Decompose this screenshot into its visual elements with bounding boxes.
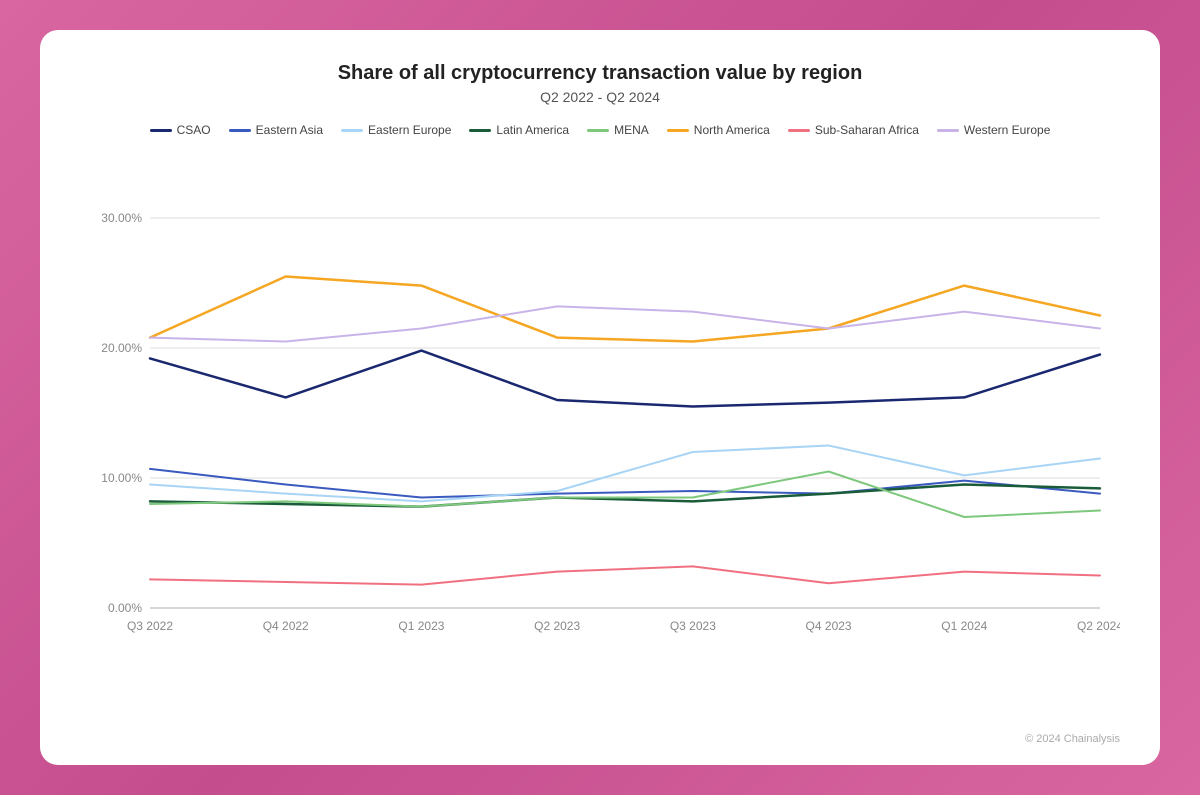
- svg-text:30.00%: 30.00%: [101, 211, 142, 225]
- svg-text:Q4 2023: Q4 2023: [806, 619, 852, 633]
- legend-item: Sub-Saharan Africa: [788, 123, 919, 137]
- legend: CSAO Eastern Asia Eastern Europe Latin Amer…: [80, 123, 1120, 137]
- svg-text:Q1 2024: Q1 2024: [941, 619, 987, 633]
- legend-item: Eastern Europe: [341, 123, 451, 137]
- legend-item: MENA: [587, 123, 649, 137]
- svg-text:Q2 2024: Q2 2024: [1077, 619, 1120, 633]
- chart-area: 0.00% 10.00% 20.00% 30.00% Q3 2022 Q4 2022 Q1 …: [80, 149, 1120, 727]
- chart-subtitle: Q2 2022 - Q2 2024: [80, 89, 1120, 105]
- legend-item: CSAO: [150, 123, 211, 137]
- legend-item: Latin America: [469, 123, 569, 137]
- svg-text:20.00%: 20.00%: [101, 341, 142, 355]
- svg-text:10.00%: 10.00%: [101, 471, 142, 485]
- legend-item: North America: [667, 123, 770, 137]
- legend-item: Western Europe: [937, 123, 1051, 137]
- svg-text:Q4 2022: Q4 2022: [263, 619, 309, 633]
- svg-text:0.00%: 0.00%: [108, 601, 142, 615]
- svg-text:Q2 2023: Q2 2023: [534, 619, 580, 633]
- svg-text:Q3 2022: Q3 2022: [127, 619, 173, 633]
- footer: © 2024 Chainalysis: [80, 733, 1120, 745]
- chart-title: Share of all cryptocurrency transaction …: [80, 62, 1120, 85]
- svg-text:Q3 2023: Q3 2023: [670, 619, 716, 633]
- legend-item: Eastern Asia: [229, 123, 323, 137]
- chart-card: Share of all cryptocurrency transaction …: [40, 30, 1160, 765]
- svg-text:Q1 2023: Q1 2023: [398, 619, 444, 633]
